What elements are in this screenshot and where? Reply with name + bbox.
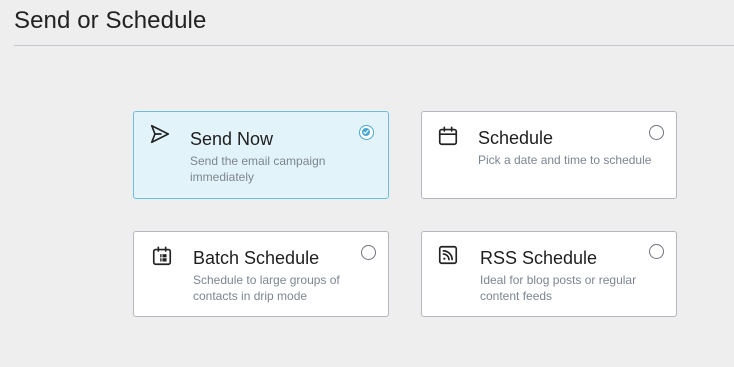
paper-plane-icon (149, 123, 171, 145)
option-title: RSS Schedule (480, 248, 598, 268)
option-card-batch-schedule[interactable]: Batch Schedule Schedule to large groups … (133, 231, 389, 317)
radio-rss-schedule[interactable] (649, 244, 664, 259)
option-title: Send Now (190, 129, 274, 149)
option-card-rss-schedule[interactable]: RSS Schedule Ideal for blog posts or reg… (421, 231, 677, 317)
rss-icon (437, 244, 459, 266)
radio-schedule[interactable] (649, 125, 664, 140)
radio-batch-schedule[interactable] (361, 245, 376, 260)
option-description: Send the email campaign immediately (190, 154, 326, 184)
option-description: Ideal for blog posts or regular content … (480, 273, 637, 303)
option-card-send-now[interactable]: Send Now Send the email campaign immedia… (133, 111, 389, 199)
option-title: Schedule (478, 128, 554, 148)
title-divider (14, 45, 734, 46)
batch-calendar-icon (151, 245, 173, 267)
calendar-icon (437, 125, 459, 147)
option-description: Schedule to large groups of contacts in … (193, 273, 340, 303)
radio-send-now[interactable] (359, 125, 374, 140)
option-description: Pick a date and time to schedule (478, 153, 652, 167)
option-title: Batch Schedule (193, 248, 320, 268)
page-title: Send or Schedule (14, 7, 207, 34)
option-card-schedule[interactable]: Schedule Pick a date and time to schedul… (421, 111, 677, 199)
radio-check-icon (362, 128, 370, 136)
